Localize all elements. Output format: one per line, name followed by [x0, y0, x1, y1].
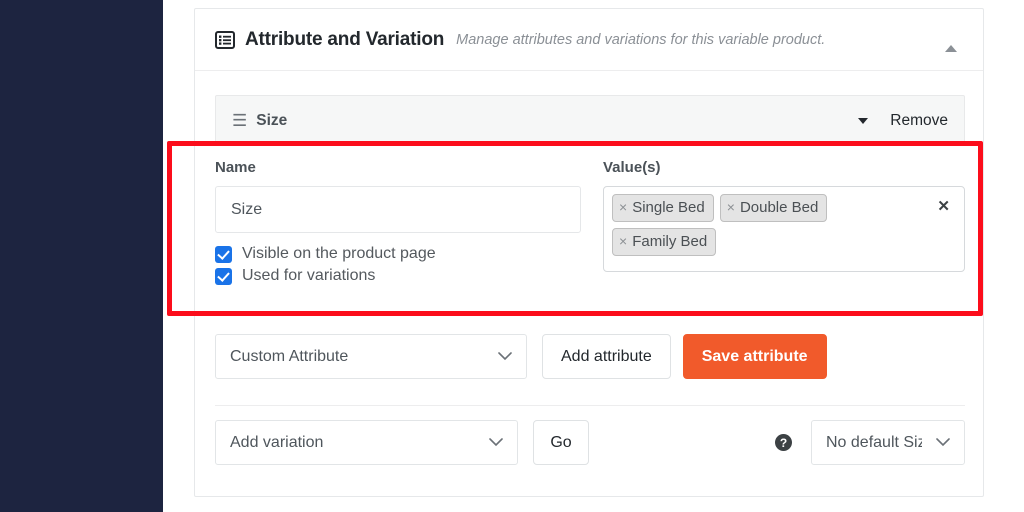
page-subtitle: Manage attributes and variations for thi… [456, 31, 826, 48]
tag-item[interactable]: × Single Bed [612, 194, 714, 222]
chevron-down-icon [475, 438, 503, 447]
values-tag-input[interactable]: × Single Bed × Double Bed × Family Bed ✕ [603, 186, 965, 272]
tag-list: × Single Bed × Double Bed × Family Bed [612, 194, 912, 256]
list-view-icon [215, 30, 235, 49]
add-attribute-button[interactable]: Add attribute [542, 334, 671, 379]
collapse-panel-button[interactable] [939, 28, 963, 52]
tag-item[interactable]: × Family Bed [612, 228, 717, 256]
tag-label: Family Bed [632, 233, 708, 250]
save-attribute-button[interactable]: Save attribute [682, 334, 827, 379]
checkbox-visible-on-product-page[interactable]: Visible on the product page [215, 245, 581, 263]
left-sidebar [0, 0, 163, 512]
attribute-options: Visible on the product page Used for var… [215, 245, 581, 285]
remove-attribute-button[interactable]: Remove [890, 112, 948, 130]
divider [215, 312, 965, 313]
page-title: Attribute and Variation [245, 28, 445, 50]
attribute-action-row: Custom Attribute Add attribute Save attr… [215, 334, 827, 379]
checkbox-checked-icon[interactable] [215, 245, 232, 263]
attribute-bar-actions: Remove [858, 112, 948, 130]
attribute-name-label: Size [256, 111, 288, 129]
name-field-label: Name [215, 159, 256, 176]
tag-remove-icon[interactable]: × [619, 198, 627, 218]
chevron-down-icon [922, 438, 950, 447]
tag-remove-icon[interactable]: × [727, 198, 735, 218]
attribute-variation-card: Attribute and Variation Manage attribute… [194, 8, 984, 497]
tag-label: Double Bed [739, 199, 819, 216]
caret-down-icon[interactable] [858, 117, 869, 124]
hamburger-grip-icon[interactable]: ☰ [232, 112, 247, 129]
checkbox-checked-icon[interactable] [215, 267, 232, 285]
checkbox-used-for-variations[interactable]: Used for variations [215, 267, 581, 285]
tag-remove-icon[interactable]: × [619, 232, 627, 252]
tag-item[interactable]: × Double Bed [719, 194, 828, 222]
caret-up-icon [945, 33, 957, 52]
attribute-form-row: Name Visible on the product page Used fo… [215, 159, 965, 289]
clear-all-values-icon[interactable]: ✕ [937, 199, 950, 214]
default-size-select[interactable]: No default Size [811, 420, 965, 465]
values-field-label: Value(s) [603, 159, 661, 176]
checkbox-visible-label: Visible on the product page [242, 245, 436, 262]
attribute-name-input[interactable] [215, 186, 581, 233]
name-column: Name Visible on the product page Used fo… [215, 159, 581, 289]
card-header: Attribute and Variation Manage attribute… [195, 9, 983, 71]
question-mark-icon[interactable]: ? [775, 434, 792, 451]
attribute-accordion-bar[interactable]: ☰ Size Remove [215, 95, 965, 146]
add-variation-select[interactable]: Add variation [215, 420, 518, 465]
attribute-type-value: Custom Attribute [230, 347, 349, 365]
values-column: Value(s) × Single Bed × Double Bed × Fam… [603, 159, 965, 289]
chevron-down-icon [484, 352, 512, 361]
checkbox-variations-label: Used for variations [242, 267, 376, 284]
variation-defaults: ? No default Size [775, 420, 965, 465]
divider [215, 405, 965, 406]
tag-label: Single Bed [632, 199, 705, 216]
app-root: Attribute and Variation Manage attribute… [0, 0, 1024, 512]
go-button[interactable]: Go [533, 420, 589, 465]
default-size-value: No default Size [826, 433, 922, 451]
add-variation-value: Add variation [230, 433, 324, 451]
attribute-type-select[interactable]: Custom Attribute [215, 334, 527, 379]
variation-action-row: Add variation Go ? No default Size [215, 420, 965, 465]
